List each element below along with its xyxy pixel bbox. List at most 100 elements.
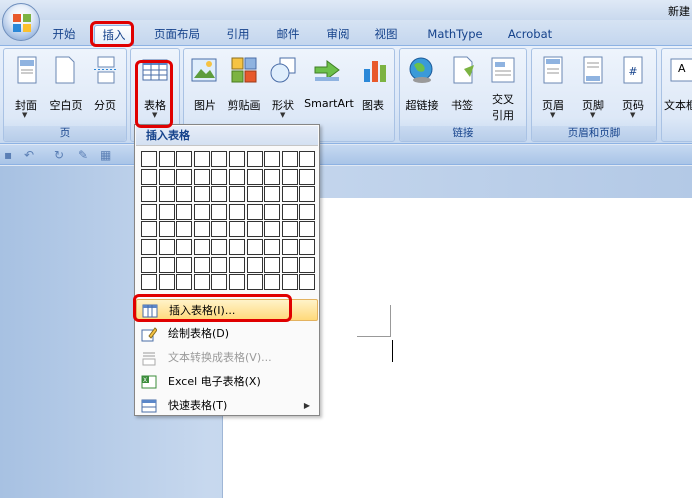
- menu-item-quick-tables[interactable]: 快速表格(T) ▶: [136, 395, 318, 417]
- grid-cell[interactable]: [246, 168, 263, 185]
- grid-cell[interactable]: [246, 256, 263, 273]
- grid-cell[interactable]: [176, 256, 193, 273]
- tab-page-layout[interactable]: 页面布局: [146, 25, 208, 45]
- grid-cell[interactable]: [193, 203, 210, 220]
- grid-cell[interactable]: [158, 151, 175, 167]
- grid-cell[interactable]: [211, 168, 228, 185]
- grid-cell[interactable]: [264, 239, 281, 255]
- grid-cell[interactable]: [264, 203, 281, 220]
- grid-cell[interactable]: [299, 151, 316, 167]
- grid-cell[interactable]: [158, 274, 175, 291]
- grid-cell[interactable]: [193, 221, 210, 238]
- grid-cell[interactable]: [229, 168, 245, 185]
- grid-cell[interactable]: [299, 274, 316, 291]
- chart-button[interactable]: 图表: [356, 97, 390, 113]
- grid-cell[interactable]: [141, 151, 157, 167]
- grid-cell[interactable]: [141, 256, 157, 273]
- grid-cell[interactable]: [246, 274, 263, 291]
- grid-cell[interactable]: [264, 186, 281, 203]
- grid-cell[interactable]: [141, 203, 157, 220]
- grid-cell[interactable]: [141, 274, 157, 291]
- grid-cell[interactable]: [176, 239, 193, 255]
- grid-cell[interactable]: [264, 151, 281, 167]
- grid-cell[interactable]: [141, 239, 157, 255]
- grid-cell[interactable]: [211, 274, 228, 291]
- tab-acrobat[interactable]: Acrobat: [500, 25, 560, 45]
- redo-icon[interactable]: ↻: [54, 148, 64, 162]
- grid-cell[interactable]: [246, 151, 263, 167]
- grid-cell[interactable]: [176, 274, 193, 291]
- blank-page-button[interactable]: 空白页: [46, 97, 86, 113]
- textbox-button[interactable]: 文本框: [664, 97, 692, 113]
- grid-cell[interactable]: [299, 221, 316, 238]
- menu-item-convert-text-to-table[interactable]: 文本转换成表格(V)...: [136, 347, 318, 369]
- grid-cell[interactable]: [158, 168, 175, 185]
- grid-cell[interactable]: [281, 186, 298, 203]
- grid-cell[interactable]: [229, 256, 245, 273]
- grid-cell[interactable]: [264, 256, 281, 273]
- grid-cell[interactable]: [176, 151, 193, 167]
- grid-cell[interactable]: [229, 186, 245, 203]
- grid-cell[interactable]: [158, 186, 175, 203]
- grid-cell[interactable]: [211, 203, 228, 220]
- tab-mailings[interactable]: 邮件: [268, 25, 308, 45]
- grid-cell[interactable]: [229, 239, 245, 255]
- format-painter-icon[interactable]: ✎: [78, 148, 88, 162]
- grid-cell[interactable]: [158, 221, 175, 238]
- grid-cell[interactable]: [246, 203, 263, 220]
- tab-insert[interactable]: 插入: [94, 25, 134, 45]
- grid-cell[interactable]: [281, 221, 298, 238]
- menu-item-draw-table[interactable]: 绘制表格(D): [136, 323, 318, 345]
- grid-cell[interactable]: [193, 168, 210, 185]
- grid-cell[interactable]: [229, 151, 245, 167]
- tab-mathtype[interactable]: MathType: [420, 25, 490, 45]
- table-size-grid[interactable]: [141, 151, 321, 311]
- tab-home[interactable]: 开始: [44, 25, 84, 45]
- page-break-button[interactable]: 分页: [88, 97, 122, 113]
- grid-cell[interactable]: [299, 203, 316, 220]
- grid-cell[interactable]: [264, 221, 281, 238]
- grid-cell[interactable]: [158, 239, 175, 255]
- grid-cell[interactable]: [281, 168, 298, 185]
- grid-cell[interactable]: [246, 221, 263, 238]
- grid-cell[interactable]: [281, 203, 298, 220]
- office-button[interactable]: [2, 3, 40, 41]
- grid-cell[interactable]: [281, 151, 298, 167]
- cross-reference-button[interactable]: 交叉 引用: [486, 91, 520, 123]
- grid-cell[interactable]: [141, 221, 157, 238]
- grid-cell[interactable]: [176, 168, 193, 185]
- grid-cell[interactable]: [229, 203, 245, 220]
- grid-cell[interactable]: [229, 221, 245, 238]
- grid-cell[interactable]: [141, 186, 157, 203]
- grid-cell[interactable]: [211, 256, 228, 273]
- smartart-button[interactable]: SmartArt: [304, 97, 354, 110]
- grid-cell[interactable]: [193, 186, 210, 203]
- grid-cell[interactable]: [176, 186, 193, 203]
- grid-cell[interactable]: [299, 256, 316, 273]
- tab-view[interactable]: 视图: [366, 25, 406, 45]
- grid-cell[interactable]: [299, 168, 316, 185]
- menu-item-insert-table[interactable]: 插入表格(I)...: [136, 299, 318, 321]
- clipart-button[interactable]: 剪贴画: [222, 97, 266, 113]
- grid-cell[interactable]: [211, 151, 228, 167]
- grid-cell[interactable]: [281, 274, 298, 291]
- grid-cell[interactable]: [211, 186, 228, 203]
- grid-cell[interactable]: [281, 256, 298, 273]
- save-icon[interactable]: ▪: [4, 148, 12, 162]
- grid-cell[interactable]: [193, 239, 210, 255]
- grid-cell[interactable]: [158, 203, 175, 220]
- grid-cell[interactable]: [211, 221, 228, 238]
- undo-icon[interactable]: ↶: [24, 148, 34, 162]
- grid-cell[interactable]: [281, 239, 298, 255]
- draw-table-icon[interactable]: ▦: [100, 148, 111, 162]
- menu-item-excel-spreadsheet[interactable]: X Excel 电子表格(X): [136, 371, 318, 393]
- grid-cell[interactable]: [193, 274, 210, 291]
- grid-cell[interactable]: [176, 203, 193, 220]
- grid-cell[interactable]: [246, 186, 263, 203]
- grid-cell[interactable]: [264, 274, 281, 291]
- grid-cell[interactable]: [229, 274, 245, 291]
- grid-cell[interactable]: [193, 151, 210, 167]
- grid-cell[interactable]: [299, 186, 316, 203]
- grid-cell[interactable]: [264, 168, 281, 185]
- bookmark-button[interactable]: 书签: [446, 97, 478, 113]
